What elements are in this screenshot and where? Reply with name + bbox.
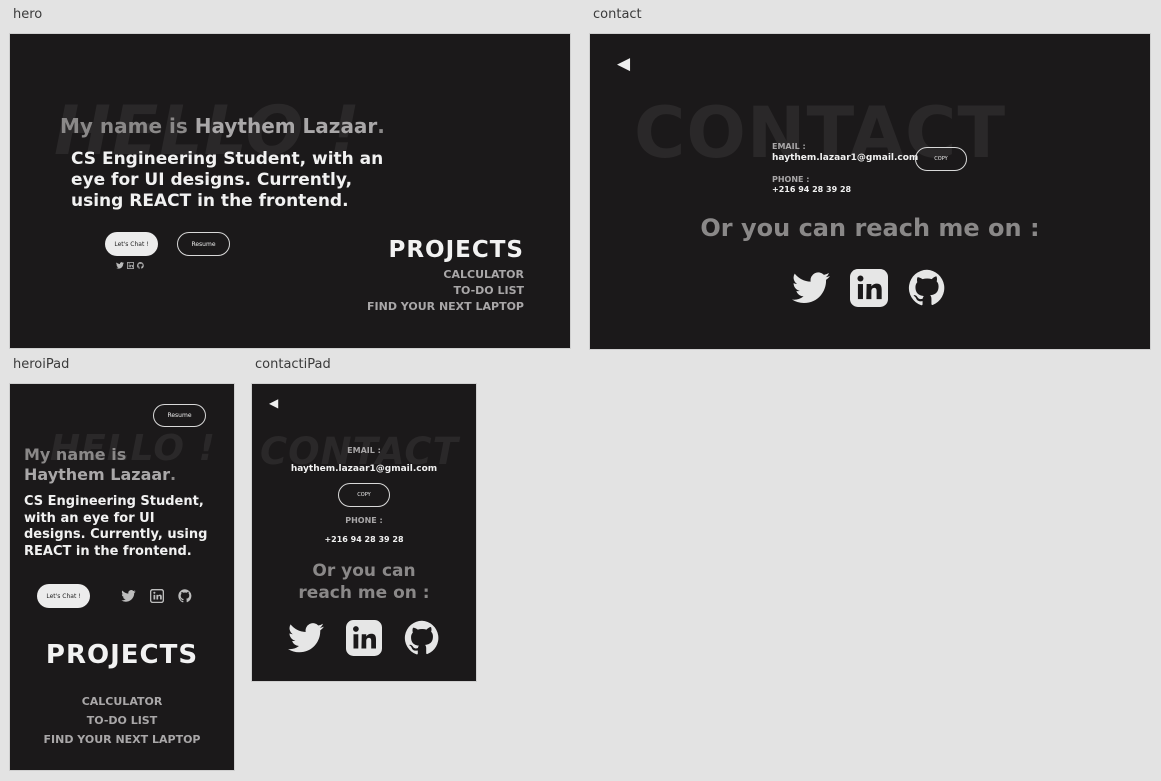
owner-name: Haythem Lazaar [24,465,171,484]
project-link-todo[interactable]: TO-DO LIST [10,714,234,727]
email-label: EMAIL : [347,446,381,455]
twitter-icon[interactable] [288,623,324,653]
project-link-laptop[interactable]: FIND YOUR NEXT LAPTOP [367,300,524,313]
artboard-label-hero[interactable]: hero [13,7,42,22]
github-icon[interactable] [178,589,192,603]
artboard-label-heroipad[interactable]: heroiPad [13,357,69,372]
project-link-laptop[interactable]: FIND YOUR NEXT LAPTOP [10,733,234,746]
lets-chat-button[interactable]: Let's Chat ! [37,584,90,608]
tagline: CS Engineering Student, with an eye for … [71,149,384,211]
twitter-icon[interactable] [792,272,830,304]
owner-name: Haythem Lazaar [194,114,378,138]
social-icons [116,262,144,269]
github-icon[interactable] [908,269,946,307]
email-label: EMAIL : [772,142,806,151]
email-value: haythem.lazaar1@gmail.com [290,464,438,474]
contact-ipad-artboard: ◀ CONTACT EMAIL : haythem.lazaar1@gmail.… [252,384,476,681]
hero-artboard: HELLO ! My name is Haythem Lazaar. CS En… [10,34,570,348]
reach-line-1: Or you can [312,561,416,581]
back-arrow-icon[interactable]: ◀ [269,396,278,410]
reach-heading: Or you can reach me on : [700,214,1040,242]
back-arrow-icon[interactable]: ◀ [617,54,630,74]
artboard-label-contactipad[interactable]: contactiPad [255,357,331,372]
twitter-icon[interactable] [121,590,136,602]
linkedin-icon[interactable] [150,589,164,603]
reach-heading: Or you can reach me on : [252,560,476,604]
reach-line-2: reach me on : [298,583,430,603]
github-icon[interactable] [137,262,144,269]
projects-title: PROJECTS [45,640,199,670]
intro-prefix: My name is [60,114,195,138]
project-link-calculator[interactable]: CALCULATOR [10,695,234,708]
project-link-calculator[interactable]: CALCULATOR [443,268,524,281]
social-icons-large [288,620,440,656]
copy-email-button[interactable]: COPY [338,483,390,507]
phone-value: +216 94 28 39 28 [324,535,404,544]
linkedin-icon[interactable] [850,269,888,307]
intro-suffix: . [170,465,177,484]
resume-button[interactable]: Resume [177,232,230,256]
intro-heading: My name is Haythem Lazaar. [24,445,224,485]
hero-ipad-artboard: Resume HELLO ! My name is Haythem Lazaar… [10,384,234,770]
email-value: haythem.lazaar1@gmail.com [772,153,919,163]
artboard-label-contact[interactable]: contact [593,7,642,22]
tagline: CS Engineering Student, with an eye for … [24,494,208,559]
contact-artboard: ◀ CONTACT EMAIL : haythem.lazaar1@gmail.… [590,34,1150,349]
phone-value: +216 94 28 39 28 [772,185,852,194]
social-icons [121,589,192,603]
intro-prefix: My name is [24,445,127,464]
lets-chat-button[interactable]: Let's Chat ! [105,232,158,256]
phone-label: PHONE : [772,175,810,184]
intro-suffix: . [377,114,385,138]
phone-label: PHONE : [345,516,383,525]
linkedin-icon[interactable] [346,620,382,656]
copy-email-button[interactable]: COPY [915,147,967,171]
github-icon[interactable] [404,620,440,656]
linkedin-icon[interactable] [127,262,134,269]
intro-heading: My name is Haythem Lazaar. [60,114,385,138]
resume-button[interactable]: Resume [153,404,206,427]
social-icons-large [792,269,946,307]
projects-title: PROJECTS [388,237,524,263]
twitter-icon[interactable] [116,262,124,269]
project-link-todo[interactable]: TO-DO LIST [454,284,524,297]
